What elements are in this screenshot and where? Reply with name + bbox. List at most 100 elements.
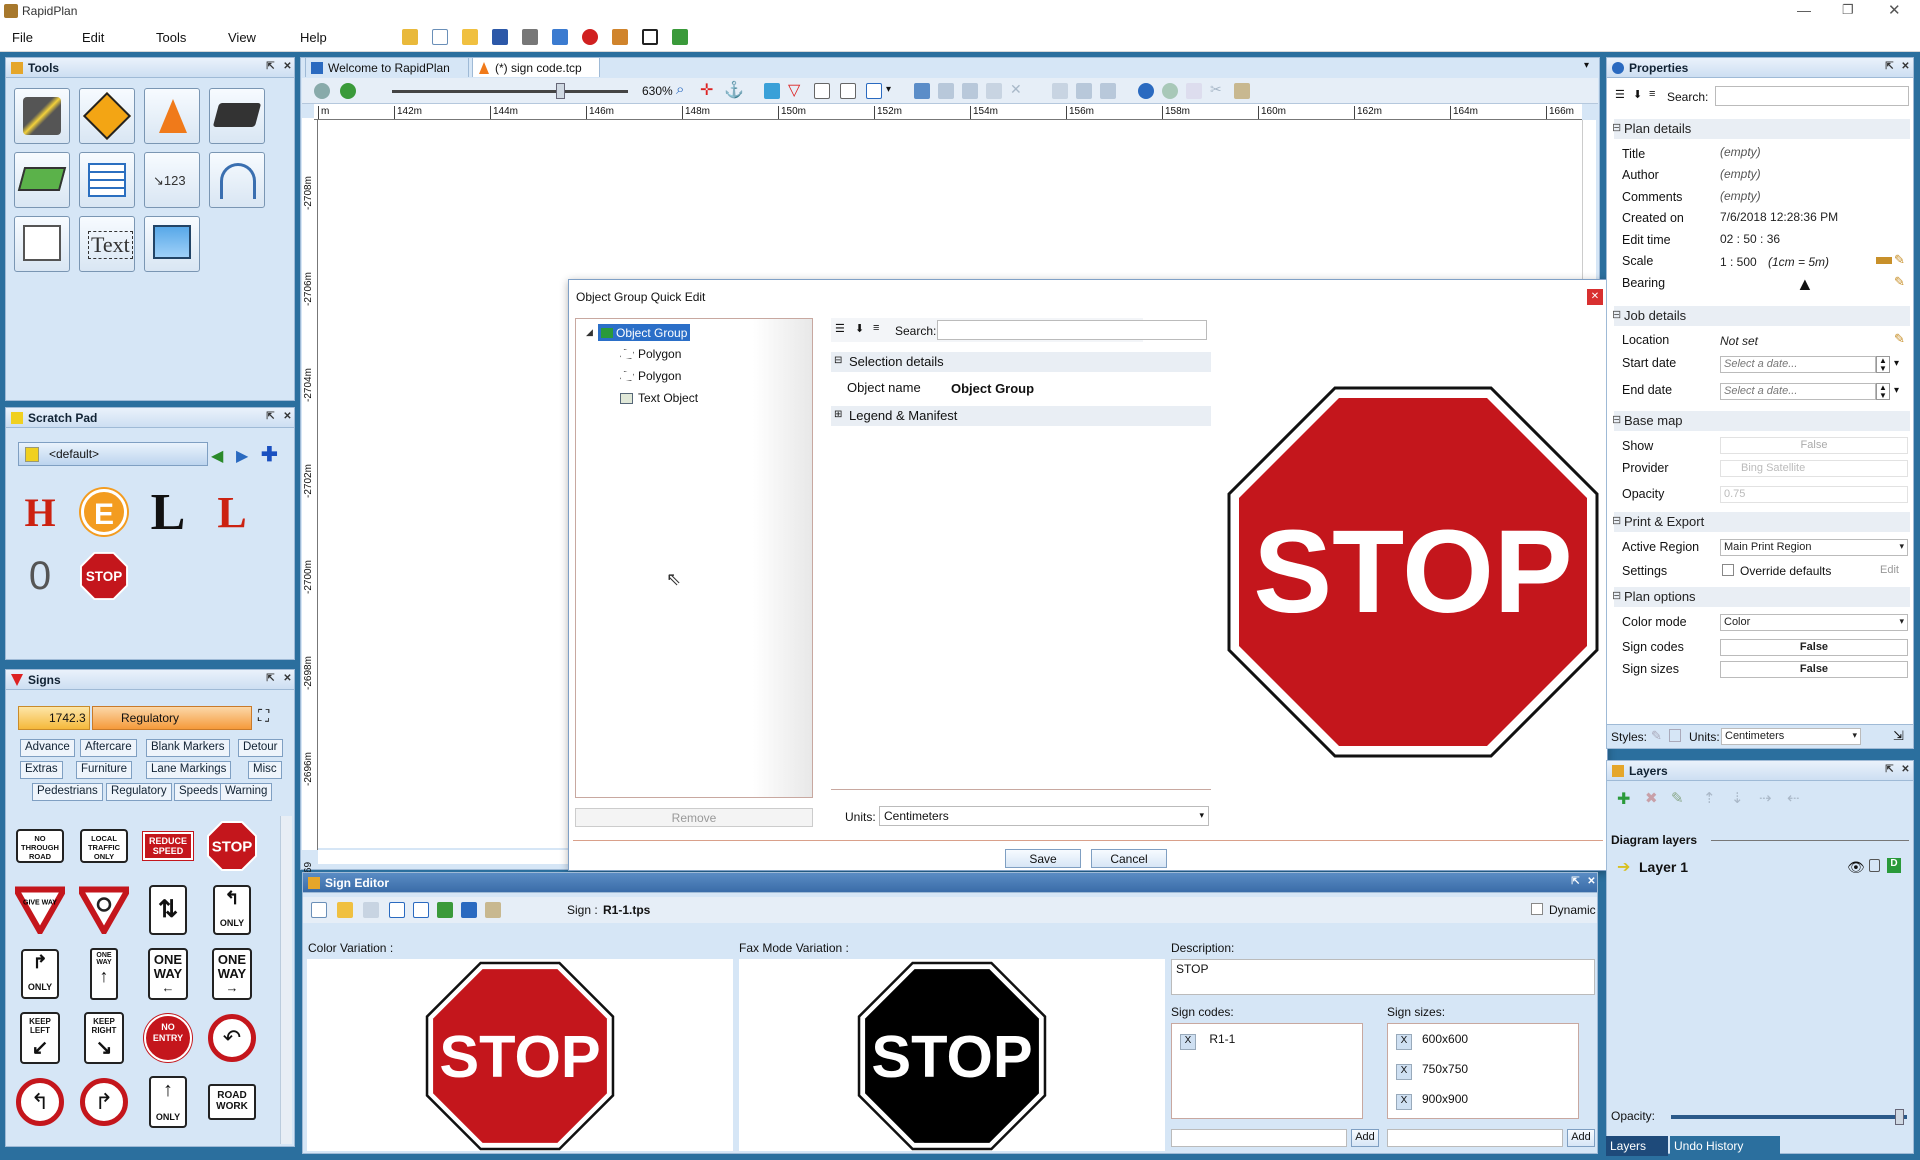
sign-left-turn-only[interactable]: ↰ ONLY: [206, 885, 258, 935]
tag-advance[interactable]: Advance: [20, 739, 75, 757]
calendar-dropdown-icon[interactable]: ▾: [1894, 385, 1899, 396]
minimize-icon[interactable]: —: [1797, 2, 1811, 18]
color-variation-canvas[interactable]: STOP: [307, 959, 733, 1151]
menu-view[interactable]: View: [228, 30, 256, 45]
new-document-icon[interactable]: [432, 29, 448, 45]
remove-size-button[interactable]: X: [1396, 1034, 1412, 1050]
opacity-input[interactable]: 0.75: [1720, 486, 1908, 503]
alphabetical-icon[interactable]: ≡: [873, 322, 879, 334]
previous-icon[interactable]: ◀: [211, 446, 223, 466]
categorized-icon[interactable]: ☰: [835, 322, 845, 335]
sort-icon[interactable]: ⬇: [855, 322, 864, 335]
paste-sign-icon[interactable]: [413, 902, 429, 918]
pencil-icon[interactable]: ✎: [1894, 331, 1905, 347]
layer-d-icon[interactable]: D: [1887, 858, 1901, 873]
legend-manifest-header[interactable]: ⊞ Legend & Manifest: [831, 406, 1211, 426]
categorized-icon[interactable]: ☰: [1615, 88, 1625, 101]
ruler-icon[interactable]: [1876, 257, 1892, 264]
align-icon[interactable]: [1076, 83, 1092, 99]
properties-units-select[interactable]: Centimeters ▾: [1721, 728, 1861, 745]
provider-select[interactable]: Bing Satellite: [1720, 460, 1908, 477]
tab-welcome[interactable]: Welcome to RapidPlan ✕: [305, 57, 469, 89]
sign-sizes-option-value[interactable]: False: [1720, 661, 1908, 678]
close-icon[interactable]: ✕: [1585, 876, 1598, 889]
open-sign-icon[interactable]: [337, 902, 353, 918]
save-sign-icon[interactable]: [363, 902, 379, 918]
tag-warning[interactable]: Warning: [220, 783, 273, 801]
layer-tool-icon[interactable]: ⇠: [1787, 789, 1800, 807]
layer-1-name[interactable]: Layer 1: [1639, 859, 1688, 875]
refresh-icon[interactable]: [340, 83, 356, 99]
table-tool[interactable]: [79, 152, 135, 208]
author-value[interactable]: (empty): [1720, 167, 1761, 181]
scratch-stop-sign[interactable]: STOP: [78, 552, 130, 600]
close-icon[interactable]: ✕: [1899, 61, 1912, 74]
expand-panel-icon[interactable]: ⇲: [1893, 728, 1904, 744]
copy-sign-icon[interactable]: [389, 902, 405, 918]
tools-icon[interactable]: [612, 29, 628, 45]
tag-aftercare[interactable]: Aftercare: [80, 739, 137, 757]
add-code-button[interactable]: Add: [1351, 1129, 1379, 1147]
cut-icon[interactable]: ✂: [1210, 81, 1222, 98]
sign-filter-icon[interactable]: ▽: [788, 80, 800, 100]
move-layer-down-icon[interactable]: ⇣: [1731, 789, 1744, 807]
tag-blank-markers[interactable]: Blank Markers: [146, 739, 230, 757]
dynamic-checkbox[interactable]: [1531, 903, 1543, 915]
scratch-letter-h[interactable]: H: [14, 488, 66, 536]
folder-icon[interactable]: [462, 29, 478, 45]
close-plan-icon[interactable]: [582, 29, 598, 45]
sign-give-way[interactable]: GIVE WAY: [14, 886, 66, 934]
image-insert-icon[interactable]: [764, 83, 780, 99]
import-icon[interactable]: [437, 902, 453, 918]
tree-node-object-group[interactable]: Object Group: [598, 324, 691, 341]
color-mode-select[interactable]: Color ▾: [1720, 614, 1908, 631]
open-plan-icon[interactable]: [402, 29, 418, 45]
tree-expand-icon[interactable]: ◢: [586, 327, 593, 338]
sign-no-right-turn[interactable]: ↱: [78, 1078, 130, 1126]
sign-two-way[interactable]: ⇅: [142, 885, 194, 935]
area-tool[interactable]: [14, 152, 70, 208]
undo-icon[interactable]: [1138, 83, 1154, 99]
bottom-tab-layers[interactable]: Layers: [1606, 1136, 1668, 1156]
delete-layer-icon[interactable]: ✖: [1645, 789, 1658, 807]
location-value[interactable]: Not set: [1720, 334, 1758, 348]
edit-settings-button[interactable]: Edit: [1880, 564, 1899, 576]
close-icon[interactable]: ✕: [1899, 764, 1912, 777]
plan-options-header[interactable]: Plan options: [1612, 587, 1910, 607]
export-icon[interactable]: [552, 29, 568, 45]
tag-misc[interactable]: Misc: [248, 761, 282, 779]
redo-icon[interactable]: [1162, 83, 1178, 99]
sign-no-through-road[interactable]: NO THROUGH ROAD: [14, 822, 66, 870]
object-name-value[interactable]: Object Group: [951, 381, 1034, 396]
layer-tool-icon[interactable]: ⇢: [1759, 789, 1772, 807]
sign-standard-selector[interactable]: 1742.3: [18, 706, 90, 730]
flip-icon[interactable]: [1052, 83, 1068, 99]
binoculars-icon[interactable]: ⛶: [258, 708, 269, 726]
pencil-icon[interactable]: ✎: [1894, 274, 1905, 290]
menu-help[interactable]: Help: [300, 30, 327, 45]
sign-stop[interactable]: STOP: [206, 821, 258, 871]
remove-size-button[interactable]: X: [1396, 1094, 1412, 1110]
print-export-header[interactable]: Print & Export: [1612, 512, 1910, 532]
job-details-header[interactable]: Job details: [1612, 306, 1910, 326]
pencil-icon[interactable]: ✎: [1894, 252, 1905, 268]
group-icon[interactable]: [914, 83, 930, 99]
zoom-slider[interactable]: [392, 83, 628, 99]
tag-detour[interactable]: Detour: [238, 739, 283, 757]
alphabetical-icon[interactable]: ≡: [1649, 88, 1655, 100]
sign-local-traffic-only[interactable]: LOCAL TRAFFIC ONLY: [78, 822, 130, 870]
pedestrian-tool[interactable]: [79, 88, 135, 144]
vehicle-tool[interactable]: [209, 88, 265, 144]
sign-one-way-right[interactable]: ONE WAY →: [206, 948, 258, 1000]
pin-icon[interactable]: ⇱: [1569, 876, 1582, 889]
remove-button[interactable]: Remove: [575, 808, 813, 827]
sign-no-left-turn[interactable]: ↰: [14, 1078, 66, 1126]
page-icon[interactable]: [866, 83, 882, 99]
dialog-close-button[interactable]: ✕: [1587, 289, 1603, 305]
sign-category-selector[interactable]: Regulatory: [92, 706, 252, 730]
checkbox-icon[interactable]: [642, 29, 658, 45]
sign-size-add-input[interactable]: [1387, 1129, 1563, 1147]
tag-speeds[interactable]: Speeds: [174, 783, 224, 801]
sign-right-turn-only[interactable]: ↱ ONLY: [14, 949, 66, 999]
sign-code-add-input[interactable]: [1171, 1129, 1347, 1147]
